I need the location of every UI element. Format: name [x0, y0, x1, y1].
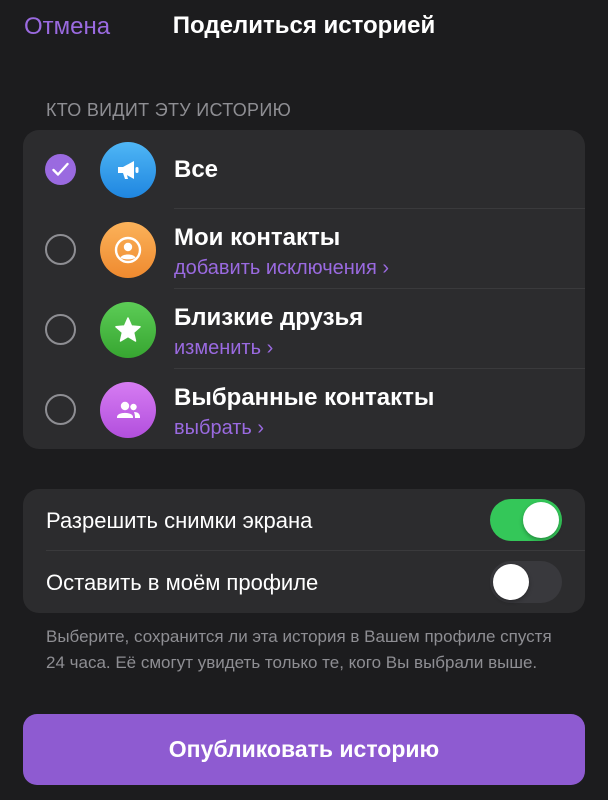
- keep-in-profile-toggle[interactable]: [490, 561, 562, 603]
- toggle-knob: [493, 564, 529, 600]
- group-icon: [100, 382, 156, 438]
- divider: [174, 208, 585, 209]
- option-name: Мои контакты: [174, 224, 341, 251]
- story-settings-group: Разрешить снимки экрана Оставить в моём …: [23, 489, 585, 613]
- option-name: Все: [174, 156, 219, 183]
- settings-footnote: Выберите, сохранится ли эта история в Ва…: [46, 627, 552, 672]
- header: Отмена Поделиться историей: [0, 0, 608, 56]
- audience-option-my-contacts[interactable]: Мои контакты добавить исключения ›: [23, 210, 585, 289]
- audience-section-label: КТО ВИДИТ ЭТУ ИСТОРИЮ: [46, 100, 292, 120]
- star-icon: [100, 302, 156, 358]
- choose-link[interactable]: выбрать ›: [174, 417, 264, 440]
- divider: [174, 368, 585, 369]
- radio-unchecked[interactable]: [45, 234, 76, 265]
- allow-screenshots-label: Разрешить снимки экрана: [46, 508, 313, 533]
- edit-link[interactable]: изменить ›: [174, 337, 273, 360]
- person-icon: [100, 222, 156, 278]
- option-name: Выбранные контакты: [174, 384, 435, 411]
- page-title: Поделиться историей: [172, 12, 436, 39]
- toggle-knob: [523, 502, 559, 538]
- keep-in-profile-row: Оставить в моём профиле: [23, 551, 585, 613]
- radio-unchecked[interactable]: [45, 314, 76, 345]
- allow-screenshots-row: Разрешить снимки экрана: [23, 489, 585, 551]
- megaphone-icon: [100, 142, 156, 198]
- allow-screenshots-toggle[interactable]: [490, 499, 562, 541]
- audience-options-group: Все Мои контакты добавить исключения › Б…: [23, 130, 585, 449]
- audience-option-close-friends[interactable]: Близкие друзья изменить ›: [23, 290, 585, 369]
- radio-checked[interactable]: [45, 154, 76, 185]
- radio-unchecked[interactable]: [45, 394, 76, 425]
- keep-in-profile-label: Оставить в моём профиле: [46, 570, 319, 595]
- divider: [174, 288, 585, 289]
- audience-option-everyone[interactable]: Все: [23, 130, 585, 209]
- checkmark-icon: [52, 162, 69, 176]
- option-name: Близкие друзья: [174, 304, 364, 331]
- add-exceptions-link[interactable]: добавить исключения ›: [174, 257, 389, 280]
- publish-story-button[interactable]: Опубликовать историю: [23, 714, 585, 785]
- audience-option-selected-contacts[interactable]: Выбранные контакты выбрать ›: [23, 370, 585, 449]
